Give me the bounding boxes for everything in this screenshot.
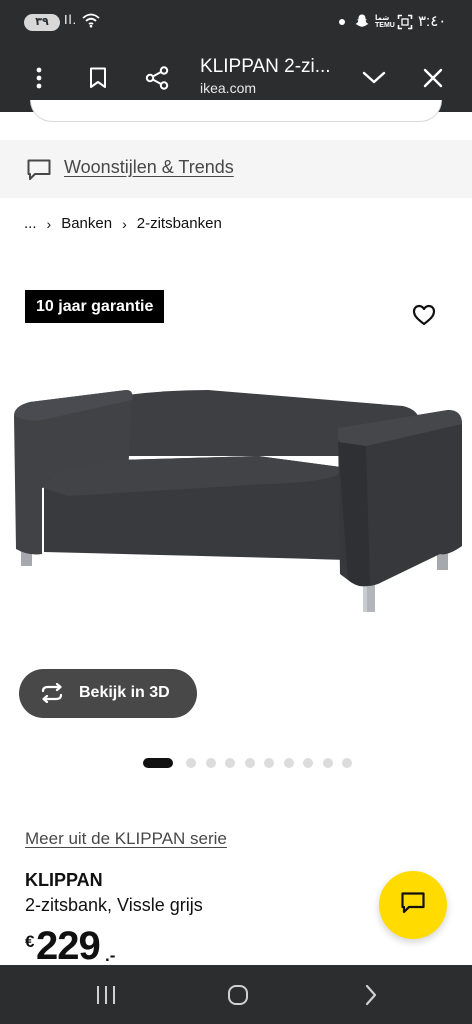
product-image[interactable]: [8, 384, 466, 621]
breadcrumb-separator-icon: ›: [122, 215, 127, 232]
breadcrumb: ... › Banken › 2-zitsbanken: [24, 215, 222, 232]
clock: ٣:٤٠: [418, 13, 447, 30]
style-trends-link[interactable]: Woonstijlen & Trends: [64, 157, 234, 178]
view-in-3d-label: Bekijk in 3D: [79, 684, 170, 701]
screenshot-icon: [397, 14, 413, 35]
carousel-dot[interactable]: [225, 758, 235, 768]
signal-icon: Il.: [64, 12, 78, 27]
chat-bubble-icon: [26, 158, 52, 187]
chat-icon: [400, 891, 426, 920]
carousel-dot[interactable]: [264, 758, 274, 768]
home-icon[interactable]: [224, 981, 252, 1009]
carousel-dot[interactable]: [322, 758, 333, 768]
carousel-dot[interactable]: [244, 758, 255, 768]
bookmark-icon[interactable]: [82, 62, 114, 94]
style-trends-banner[interactable]: Woonstijlen & Trends: [0, 140, 472, 198]
carousel-dot[interactable]: [283, 758, 294, 768]
search-field[interactable]: [30, 100, 442, 122]
guarantee-badge: 10 jaar garantie: [25, 290, 165, 323]
breadcrumb-2-zitsbanken[interactable]: 2-zitsbanken: [137, 215, 222, 232]
product-name: KLIPPAN: [25, 870, 103, 890]
breadcrumb-separator-icon: ›: [46, 215, 52, 232]
close-icon[interactable]: [417, 62, 449, 94]
system-nav-bar: [0, 965, 472, 1024]
notification-dot-icon: [339, 19, 345, 25]
carousel-dot[interactable]: [342, 758, 352, 768]
ikea-product-page: ٣٩ Il. ﺷﻤﺎ TEMU ٣:٤٠ KLIPPAN 2-zi... ike…: [0, 0, 472, 1024]
heart-outline-icon[interactable]: [410, 301, 438, 329]
view-in-3d-button[interactable]: Bekijk in 3D: [19, 669, 197, 718]
price-currency: €: [25, 932, 35, 951]
status-bar: ٣٩ Il. ﺷﻤﺎ TEMU ٣:٤٠: [0, 0, 472, 44]
more-vert-icon[interactable]: [23, 62, 55, 94]
recent-apps-icon[interactable]: [92, 981, 120, 1009]
image-carousel-indicator[interactable]: [143, 757, 362, 769]
snapchat-icon: [354, 13, 370, 34]
wifi-icon: [82, 12, 100, 33]
carousel-dot[interactable]: [303, 758, 313, 768]
price-suffix: .-: [105, 946, 116, 965]
carousel-dot[interactable]: [205, 758, 216, 768]
carousel-dot-active[interactable]: [143, 758, 173, 768]
product-description: 2-zitsbank, Vissle grijs: [25, 895, 203, 915]
breadcrumb-ellipsis[interactable]: ...: [24, 215, 37, 232]
rotate-3d-icon: [39, 682, 65, 708]
page-url[interactable]: ikea.com: [200, 80, 256, 96]
share-icon[interactable]: [141, 62, 173, 94]
chevron-down-icon[interactable]: [358, 62, 390, 94]
temu-icon: ﺷﻤﺎ TEMU: [375, 15, 395, 29]
back-icon[interactable]: [357, 981, 385, 1009]
battery-icon: ٣٩: [24, 14, 60, 31]
chat-button[interactable]: [379, 871, 447, 939]
breadcrumb-banken[interactable]: Banken: [61, 215, 112, 232]
carousel-dot[interactable]: [186, 758, 196, 768]
series-link[interactable]: Meer uit de KLIPPAN serie: [25, 829, 227, 849]
price-amount: 229: [36, 924, 101, 968]
page-title[interactable]: KLIPPAN 2-zi...: [200, 56, 340, 78]
